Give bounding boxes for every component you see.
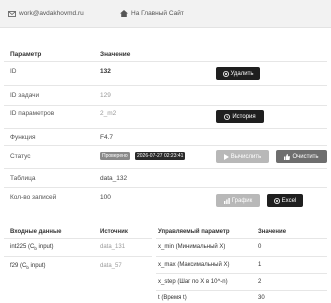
compute-button-label: Вычислить xyxy=(230,153,262,160)
history-button[interactable]: История xyxy=(216,110,264,123)
divider xyxy=(156,273,327,274)
control-row-value: 2 xyxy=(258,279,262,285)
input-row-name: f29 (Cb input) xyxy=(10,263,46,271)
graph-button[interactable]: График xyxy=(216,194,260,207)
row-label-record-count: Кол-во записей xyxy=(10,194,57,201)
thumbs-up-icon xyxy=(284,153,291,160)
control-row-name: t (Время t) xyxy=(158,295,187,301)
times-circle-icon xyxy=(222,70,229,77)
clear-button[interactable]: Очистить xyxy=(276,150,327,163)
status-badge: Проверено xyxy=(100,152,130,160)
history-button-label: История xyxy=(232,113,256,120)
graph-button-label: График xyxy=(231,197,253,204)
excel-button-label: Excel xyxy=(281,197,297,204)
row-label-params-id: ID параметров xyxy=(10,110,55,117)
input-row-source[interactable]: data_131 xyxy=(100,244,125,250)
bar-chart-icon xyxy=(223,197,230,204)
status-time-badge: 2026-07-27 02:23:41 xyxy=(135,152,186,160)
divider xyxy=(4,105,327,106)
input-row-name: int225 (Cb input) xyxy=(10,244,54,252)
divider xyxy=(4,256,152,257)
input-row-source[interactable]: data_57 xyxy=(100,263,122,269)
inputs-header-source: Источник xyxy=(100,229,128,235)
file-excel-icon xyxy=(273,197,280,204)
value-column-header: Значение xyxy=(100,51,131,58)
row-label-status: Статус xyxy=(10,153,31,160)
row-value-record-count: 100 xyxy=(100,194,111,201)
control-row-value: 1 xyxy=(258,262,262,268)
control-row-name: x_max (Максимальный X) xyxy=(158,262,230,268)
divider xyxy=(156,290,327,291)
controls-header-value: Значение xyxy=(258,229,287,235)
inputs-header-data: Входные данные xyxy=(10,229,62,235)
row-value-task-id[interactable]: 129 xyxy=(100,92,111,99)
home-site-link[interactable]: На Главный Сайт xyxy=(120,10,184,17)
control-row-value: 30 xyxy=(258,295,265,301)
delete-button-label: Удалить xyxy=(230,70,254,77)
divider xyxy=(4,85,327,86)
clear-button-label: Очистить xyxy=(292,153,319,160)
home-icon xyxy=(120,10,128,17)
play-icon xyxy=(223,153,229,160)
divider xyxy=(156,256,327,257)
control-row-value: 0 xyxy=(258,244,262,250)
divider xyxy=(4,145,327,146)
row-value-id: 132 xyxy=(100,68,111,75)
divider xyxy=(4,168,327,169)
divider xyxy=(4,61,327,62)
delete-button[interactable]: Удалить xyxy=(216,67,260,80)
clock-icon xyxy=(224,113,231,120)
envelope-icon xyxy=(8,10,16,17)
control-row-name: x_step (Шаг по X в 10^-n) xyxy=(158,279,228,285)
divider xyxy=(156,238,327,239)
row-value-table: data_132 xyxy=(100,175,128,182)
row-label-id: ID xyxy=(10,68,17,75)
row-value-function: F4.7 xyxy=(100,134,114,141)
top-bar: work@avdakhovmd.ru На Главный Сайт xyxy=(0,0,331,28)
divider xyxy=(4,187,327,188)
controls-header-param: Управляемый параметр xyxy=(158,229,230,235)
compute-button[interactable]: Вычислить xyxy=(216,150,269,163)
row-label-task-id: ID задачи xyxy=(10,92,40,99)
control-row-name: x_min (Минимальный X) xyxy=(158,244,226,250)
home-link-text: На Главный Сайт xyxy=(131,10,184,17)
divider xyxy=(4,238,152,239)
row-value-params-id[interactable]: 2_m2 xyxy=(100,110,116,117)
email-text: work@avdakhovmd.ru xyxy=(19,10,84,17)
row-label-table: Таблица xyxy=(10,175,36,182)
divider xyxy=(4,128,327,129)
excel-button[interactable]: Excel xyxy=(267,194,303,207)
row-label-function: Функция xyxy=(10,134,36,141)
email-link[interactable]: work@avdakhovmd.ru xyxy=(8,10,84,17)
param-column-header: Параметр xyxy=(10,51,42,58)
